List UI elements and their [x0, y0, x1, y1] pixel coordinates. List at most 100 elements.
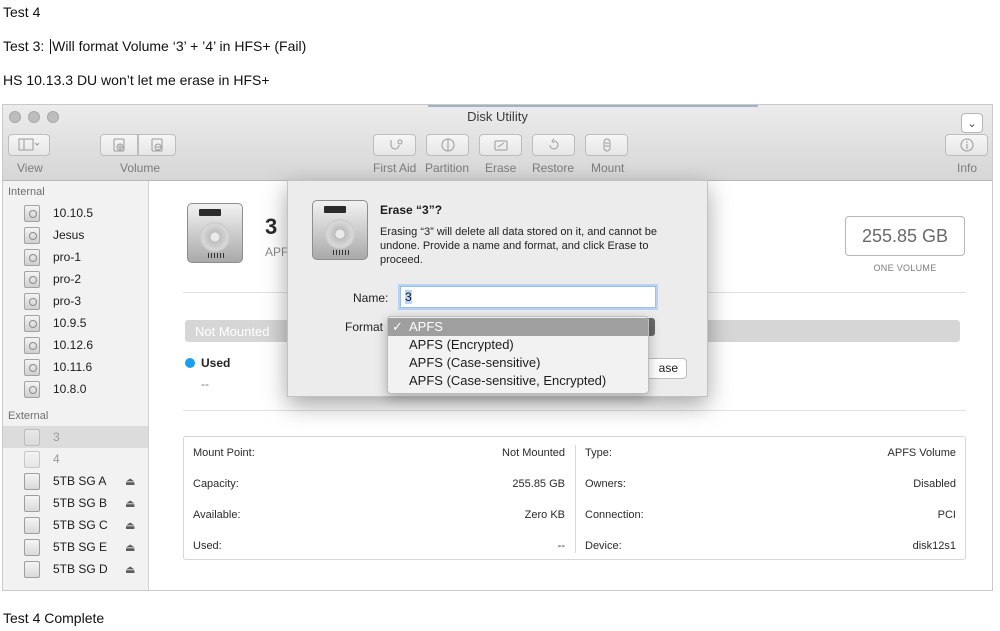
format-option[interactable]: APFS (Case-sensitive) — [388, 354, 648, 372]
disk-vent-decor — [333, 250, 349, 255]
note-test-4: Test 4 — [3, 4, 41, 20]
hard-disk-icon — [24, 205, 40, 222]
partition-button[interactable] — [426, 134, 469, 156]
format-dropdown-menu: ✓ APFS APFS (Encrypted) APFS (Case-sensit… — [387, 316, 649, 394]
disk-vent-decor — [208, 253, 224, 258]
remove-volume-icon — [151, 138, 163, 152]
text-caret — [50, 39, 52, 54]
sidebar-item-external[interactable]: 5TB SG A ⏏ — [3, 470, 148, 492]
view-button[interactable] — [8, 134, 50, 156]
sidebar-item-internal[interactable]: 10.9.5 — [3, 312, 148, 334]
sidebar-item-internal[interactable]: 10.12.6 — [3, 334, 148, 356]
sidebar-item-internal[interactable]: Jesus — [3, 224, 148, 246]
format-option[interactable]: ✓ APFS — [388, 318, 648, 336]
hard-disk-icon — [24, 249, 40, 266]
info-value: PCI — [937, 509, 956, 521]
info-row: Capacity: 255.85 GB Owners: Disabled — [184, 468, 965, 499]
info-row: Mount Point: Not Mounted Type: APFS Volu… — [184, 437, 965, 468]
info-row: Available: Zero KB Connection: PCI — [184, 499, 965, 530]
eject-icon[interactable]: ⏏ — [125, 497, 135, 510]
name-field-value: 3 — [405, 290, 412, 304]
volume-disk-icon — [187, 203, 243, 263]
erase-button[interactable] — [479, 134, 522, 156]
sidebar-item-external[interactable]: 5TB SG E ⏏ — [3, 536, 148, 558]
restore-button[interactable] — [532, 134, 575, 156]
sidebar-item-internal[interactable]: 10.10.5 — [3, 202, 148, 224]
sidebar-item-external[interactable]: 4 — [3, 448, 148, 470]
external-disk-icon — [24, 561, 40, 578]
format-label: Format — [345, 320, 384, 334]
erase-disk-icon — [494, 140, 507, 151]
volume-size: 255.85 GB — [845, 216, 965, 256]
sidebar-view-icon — [18, 138, 40, 151]
sidebar-item-label: 5TB SG D — [53, 562, 108, 576]
sidebar-item-label: 3 — [53, 430, 60, 444]
hard-disk-icon — [24, 359, 40, 376]
sidebar-item-internal[interactable]: pro-2 — [3, 268, 148, 290]
eject-icon[interactable]: ⏏ — [125, 519, 135, 532]
sidebar-item-internal[interactable]: 10.11.6 — [3, 356, 148, 378]
sidebar-item-external-selected[interactable]: 3 — [3, 426, 148, 448]
format-option[interactable]: APFS (Encrypted) — [388, 336, 648, 354]
note-test-3: Test 3: Will format Volume ‘3’ + ’4’ in … — [3, 38, 306, 54]
name-label: Name: — [353, 291, 389, 305]
usage-bar-label: Not Mounted — [195, 324, 270, 339]
remove-volume-button[interactable] — [138, 134, 176, 156]
hard-disk-icon — [24, 337, 40, 354]
view-label: View — [17, 161, 43, 175]
hard-disk-icon — [24, 227, 40, 244]
toolbar-chevron-button[interactable]: ⌄ — [961, 113, 983, 133]
disk-platter-decor — [200, 222, 230, 252]
eject-icon[interactable]: ⏏ — [125, 563, 135, 576]
disk-platter-decor — [325, 219, 355, 249]
info-label: Info — [957, 161, 978, 175]
first-aid-label: First Aid — [373, 161, 417, 175]
eject-icon[interactable]: ⏏ — [125, 541, 135, 554]
info-table: Mount Point: Not Mounted Type: APFS Volu… — [183, 436, 966, 560]
external-disk-icon — [24, 495, 40, 512]
sidebar-item-external[interactable]: 5TB SG B ⏏ — [3, 492, 148, 514]
restore-arrow-icon — [549, 138, 558, 150]
info-value: Zero KB — [524, 509, 565, 521]
sidebar-item-internal[interactable]: 10.8.0 — [3, 378, 148, 400]
volume-type-subtitle: APF — [265, 245, 289, 259]
mount-button[interactable] — [585, 134, 628, 156]
format-option[interactable]: APFS (Case-sensitive, Encrypted) — [388, 372, 648, 390]
format-option-label: APFS (Case-sensitive, Encrypted) — [409, 373, 607, 388]
note-test-3-prefix: Test 3: — [3, 38, 49, 54]
sidebar-item-external[interactable]: 5TB SG C ⏏ — [3, 514, 148, 536]
add-volume-button[interactable] — [100, 134, 138, 156]
sidebar-item-label: 10.10.5 — [53, 206, 94, 220]
format-option-label: APFS (Encrypted) — [409, 337, 514, 352]
first-aid-button[interactable] — [373, 134, 416, 156]
window-title: Disk Utility — [467, 109, 528, 124]
sidebar-item-internal[interactable]: pro-3 — [3, 290, 148, 312]
info-row: Used: -- Device: disk12s1 — [184, 530, 965, 561]
sidebar-item-external[interactable]: 5TB SG D ⏏ — [3, 558, 148, 580]
hard-disk-icon — [24, 315, 40, 332]
name-field[interactable]: 3 — [400, 286, 656, 308]
checkmark-icon: ✓ — [392, 319, 403, 334]
info-button[interactable] — [945, 134, 988, 156]
note-hfs: HS 10.13.3 DU won’t let me erase in HFS+ — [3, 72, 270, 88]
sidebar-item-internal[interactable]: pro-1 — [3, 246, 148, 268]
volume-label: Volume — [120, 161, 161, 175]
sidebar-item-label: pro-1 — [53, 250, 82, 264]
dialog-message: Erasing “3” will delete all data stored … — [380, 226, 657, 266]
eject-icon[interactable]: ⏏ — [125, 475, 135, 488]
add-volume-icon — [113, 138, 125, 152]
partition-pie-icon — [441, 138, 454, 152]
info-label: Available: — [193, 509, 241, 521]
title-accent — [428, 105, 758, 107]
disk-label-decor — [199, 209, 221, 216]
info-value: disk12s1 — [912, 540, 956, 552]
hard-disk-icon — [24, 293, 40, 310]
volume-size-caption: ONE VOLUME — [873, 263, 937, 273]
disk-label-decor — [324, 206, 346, 213]
divider — [183, 410, 966, 411]
sidebar-section-internal: Internal — [8, 186, 45, 198]
info-icon — [960, 138, 973, 152]
sidebar-item-label: pro-2 — [53, 272, 82, 286]
info-value: Disabled — [913, 478, 956, 490]
note-test-3-text: Will format Volume ‘3’ + ’4’ in HFS+ (Fa… — [52, 38, 307, 54]
